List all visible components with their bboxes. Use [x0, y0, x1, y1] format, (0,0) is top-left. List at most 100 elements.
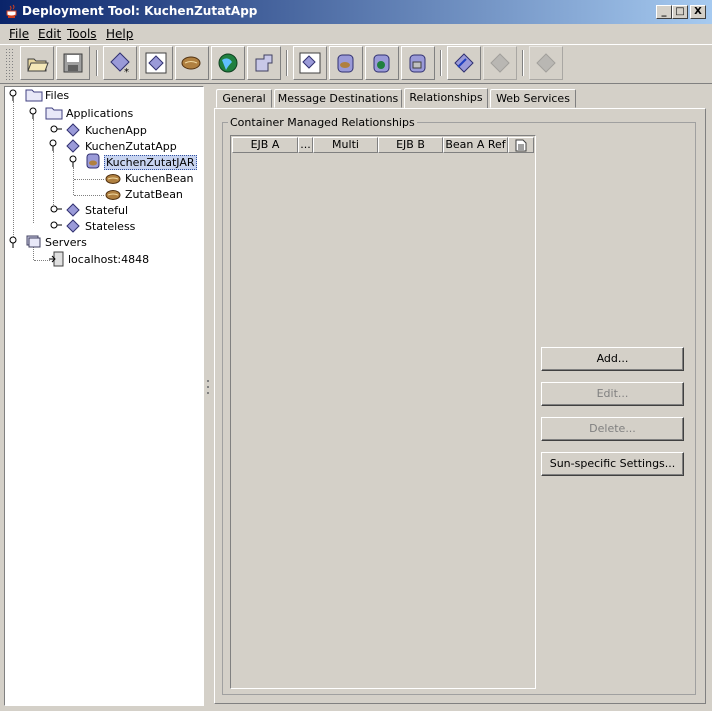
tree-item-servers[interactable]: Servers — [45, 236, 87, 249]
column-chooser-button[interactable] — [508, 137, 534, 153]
tree-item-kuchenapp[interactable]: KuchenApp — [85, 124, 147, 137]
tree-item-stateful[interactable]: Stateful — [85, 204, 128, 217]
window-title: Deployment Tool: KuchenZutatApp — [22, 4, 258, 18]
menu-help[interactable]: Help — [106, 27, 133, 41]
add-jar-button[interactable] — [329, 46, 363, 80]
tree-item-kuchenzutatjar[interactable]: KuchenZutatJAR — [104, 155, 197, 170]
bean-icon — [105, 190, 121, 200]
add-war-button[interactable] — [365, 46, 399, 80]
close-button[interactable]: X — [690, 5, 706, 19]
tree-item-files[interactable]: Files — [45, 89, 69, 102]
add-server-button[interactable] — [293, 46, 327, 80]
menu-tools[interactable]: Tools — [67, 27, 97, 41]
splitter-grip — [207, 392, 209, 394]
tree-item-kuchenzutatapp[interactable]: KuchenZutatApp — [85, 140, 177, 153]
tab-web-services[interactable]: Web Services — [490, 89, 576, 108]
edit-button[interactable]: Edit... — [541, 382, 684, 406]
menu-edit[interactable]: Edit — [38, 27, 61, 41]
sun-specific-settings-button[interactable]: Sun-specific Settings... — [541, 452, 684, 476]
new-bean-icon — [181, 56, 201, 70]
add-jar-icon — [337, 54, 354, 73]
add-client-icon — [409, 54, 426, 73]
save-icon — [63, 53, 83, 73]
column-header-ejb-a[interactable]: EJB A — [232, 137, 298, 153]
tree-line — [53, 151, 54, 209]
column-header-ejb-b[interactable]: EJB B — [378, 137, 443, 153]
open-icon — [27, 58, 49, 72]
verify-button[interactable] — [483, 46, 517, 80]
expand-handle-icon[interactable] — [28, 107, 39, 120]
tab-relationships[interactable]: Relationships — [404, 88, 488, 109]
new-web-icon — [218, 53, 238, 73]
new-connector-icon — [255, 54, 273, 72]
deploy-icon — [454, 53, 474, 73]
minimize-button[interactable]: _ — [656, 5, 672, 19]
app-diamond-icon — [66, 139, 80, 153]
add-button[interactable]: Add... — [541, 347, 684, 371]
expand-handle-icon[interactable] — [48, 139, 59, 152]
tree-line — [13, 101, 14, 243]
relationships-table[interactable] — [230, 135, 536, 689]
tree-item-zutatbean[interactable]: ZutatBean — [125, 188, 183, 201]
expand-handle-icon[interactable] — [8, 236, 19, 249]
collapsed-handle-icon[interactable] — [50, 220, 63, 231]
maximize-button[interactable]: □ — [672, 5, 688, 19]
tab-message-destinations[interactable]: Message Destinations — [274, 89, 402, 108]
deploy-button[interactable] — [447, 46, 481, 80]
tab-general[interactable]: General — [216, 89, 272, 108]
save-button[interactable] — [56, 46, 90, 80]
undeploy-icon — [536, 53, 556, 73]
folder-icon — [25, 89, 43, 102]
tree-item-applications[interactable]: Applications — [66, 107, 133, 120]
tree-line — [74, 179, 104, 180]
folder-icon — [45, 107, 63, 120]
toolbar-separator — [286, 50, 288, 76]
collapsed-handle-icon[interactable] — [50, 124, 63, 135]
splitter-grip — [207, 380, 209, 382]
column-header-ellipsis[interactable]: ... — [298, 137, 313, 153]
new-connector-button[interactable] — [247, 46, 281, 80]
collapsed-handle-icon[interactable] — [50, 204, 63, 215]
minimize-icon: _ — [661, 6, 667, 17]
splitter-grip — [207, 386, 209, 388]
new-web-button[interactable] — [211, 46, 245, 80]
servers-icon — [26, 235, 41, 248]
toolbar-separator — [522, 50, 524, 76]
undeploy-button[interactable] — [529, 46, 563, 80]
jar-icon — [86, 153, 100, 169]
new-app-client-button[interactable] — [139, 46, 173, 80]
tree-line — [74, 195, 104, 196]
tree-line — [33, 119, 34, 223]
menu-file[interactable]: File — [9, 27, 29, 41]
tree-item-localhost[interactable]: localhost:4848 — [68, 253, 149, 266]
expand-handle-icon[interactable] — [8, 89, 19, 102]
expand-handle-icon[interactable] — [68, 155, 79, 168]
app-diamond-icon — [66, 123, 80, 137]
group-title: Container Managed Relationships — [228, 116, 417, 129]
toolbar-grip[interactable] — [5, 48, 13, 80]
svg-text:*: * — [124, 67, 129, 75]
new-bean-button[interactable] — [175, 46, 209, 80]
document-icon — [515, 139, 527, 152]
add-client-button[interactable] — [401, 46, 435, 80]
maximize-icon: □ — [675, 6, 685, 17]
delete-button[interactable]: Delete... — [541, 417, 684, 441]
open-button[interactable] — [20, 46, 54, 80]
close-icon: X — [694, 6, 702, 17]
toolbar-separator — [440, 50, 442, 76]
add-war-icon — [373, 54, 390, 73]
app-diamond-icon — [66, 203, 80, 217]
split-pane-divider[interactable] — [205, 86, 212, 706]
add-server-icon — [299, 52, 321, 74]
java-cup-icon — [6, 4, 17, 18]
tree-item-stateless[interactable]: Stateless — [85, 220, 135, 233]
app-diamond-icon — [66, 219, 80, 233]
new-ejb-button[interactable]: * — [103, 46, 137, 80]
tree-item-kuchenbean[interactable]: KuchenBean — [125, 172, 193, 185]
server-plug-icon — [49, 251, 64, 267]
toolbar-separator — [96, 50, 98, 76]
new-app-client-icon — [145, 52, 167, 74]
new-ejb-icon: * — [110, 52, 130, 75]
column-header-bean-a-ref[interactable]: Bean A Ref — [443, 137, 508, 153]
column-header-multi[interactable]: Multi — [313, 137, 378, 153]
